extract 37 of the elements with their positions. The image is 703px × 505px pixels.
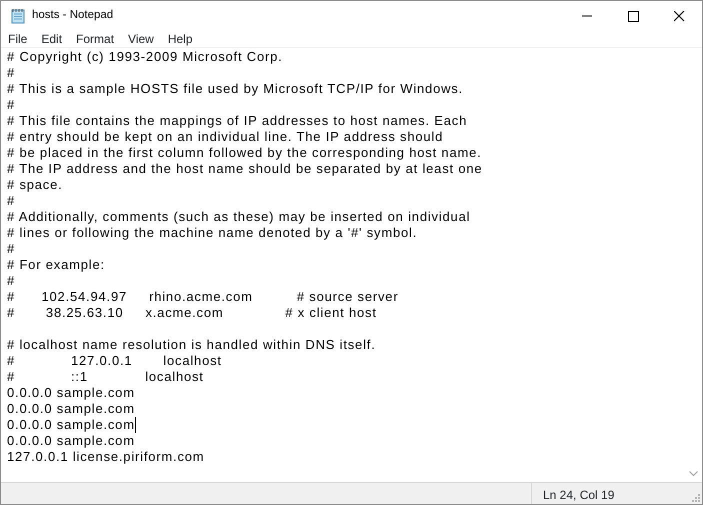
text-line: 0.0.0.0 sample.com xyxy=(7,401,136,417)
menu-item[interactable]: File xyxy=(1,31,34,47)
menu-item[interactable]: Format xyxy=(69,31,122,47)
cursor-position: Ln 24, Col 19 xyxy=(542,487,616,504)
text-line: # localhost name resolution is handled within DNS itself. xyxy=(7,337,377,353)
text-line: # The IP address and the host name should be separated by at least one xyxy=(7,161,484,177)
text-line: # 38.25.63.10 x.acme.com # x client host xyxy=(7,305,378,321)
text-line: # xyxy=(7,65,16,81)
close-icon xyxy=(674,10,684,22)
text-line: # xyxy=(7,97,16,113)
text-line: # lines or following the machine name denoted by a '#' symbol. xyxy=(7,225,418,241)
text-line: # ::1 localhost xyxy=(7,369,205,385)
maximize-icon xyxy=(628,10,638,22)
menu-item[interactable]: View xyxy=(121,31,161,47)
text-line: 127.0.0.1 license.piriform.com xyxy=(7,449,206,465)
text-line: # 102.54.94.97 rhino.acme.com # source server xyxy=(7,289,400,305)
text-line: # This is a sample HOSTS file used by Microsoft TCP/IP for Windows. xyxy=(7,81,464,97)
text-line: 0.0.0.0 sample.com xyxy=(7,385,136,401)
text-line: # xyxy=(7,241,16,257)
text-line: # This file contains the mappings of IP addresses to host names. Each xyxy=(7,113,468,129)
notepad-icon xyxy=(10,8,26,24)
text-line: # For example: xyxy=(7,257,106,273)
text-line: 0.0.0.0 sample.com xyxy=(7,417,136,433)
text-line: 0.0.0.0 sample.com xyxy=(7,433,136,449)
text-line: # Additionally, comments (such as these) may be inserted on individual xyxy=(7,209,472,225)
menu-item[interactable]: Help xyxy=(160,31,200,47)
text-line: # Copyright (c) 1993-2009 Microsoft Corp. xyxy=(7,49,284,65)
text-line: # xyxy=(7,193,16,209)
window-title: hosts - Notepad xyxy=(32,8,114,24)
text-line: # xyxy=(7,273,16,289)
text-line: # space. xyxy=(7,177,64,193)
chevron-down-icon xyxy=(689,470,698,476)
menu-item[interactable]: Edit xyxy=(34,31,70,47)
resize-grip-icon xyxy=(692,494,700,502)
text-line: # entry should be kept on an individual line. The IP address should xyxy=(7,129,444,145)
text-line: # be placed in the first column followed by the corresponding host name. xyxy=(7,145,483,161)
text-line: # 127.0.0.1 localhost xyxy=(7,353,223,369)
